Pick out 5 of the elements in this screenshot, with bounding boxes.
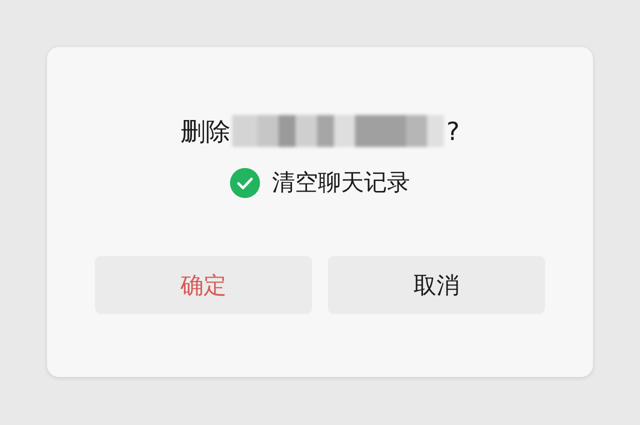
dialog-title: 删除 <box>180 116 230 148</box>
cancel-button[interactable]: 取消 <box>328 256 545 314</box>
checkbox-icon[interactable] <box>230 168 260 198</box>
option-label: 清空聊天记录 <box>272 169 410 198</box>
question-mark: ? <box>446 116 460 146</box>
